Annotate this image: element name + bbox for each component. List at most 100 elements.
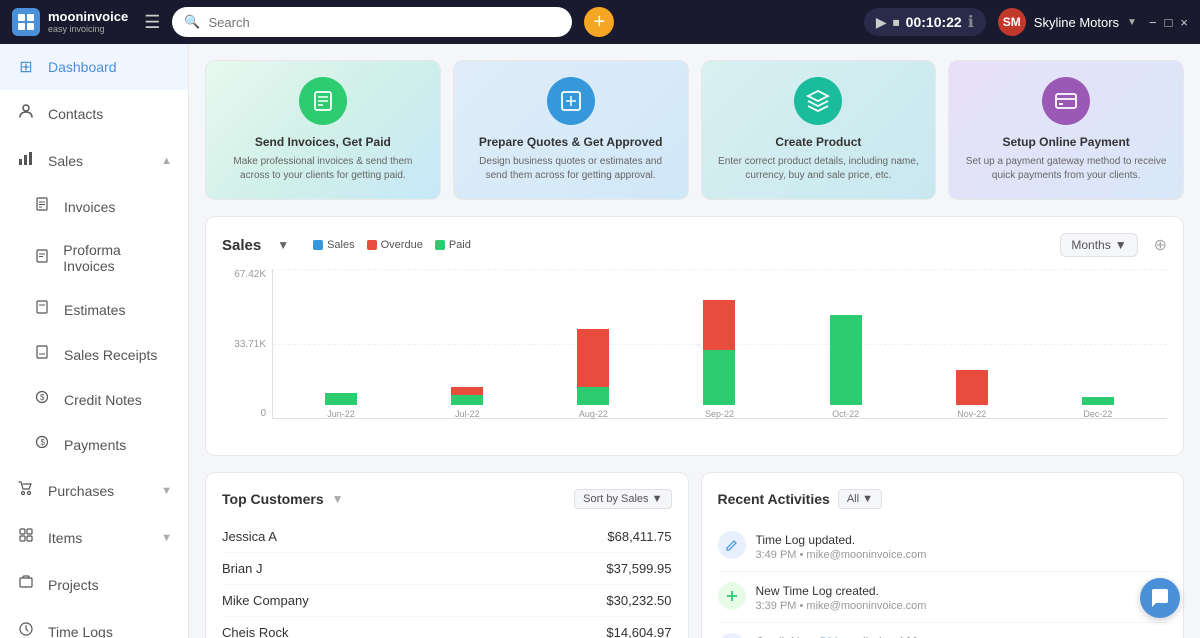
activities-filter-button[interactable]: All ▼ xyxy=(838,489,882,509)
search-input[interactable] xyxy=(209,15,561,30)
bar-group-dec: Dec-22 xyxy=(1037,269,1159,419)
sales-arrow-icon: ▲ xyxy=(161,155,172,167)
y-label-mid: 33.71K xyxy=(234,339,266,350)
sidebar-item-dashboard[interactable]: ⊞ Dashboard xyxy=(0,44,188,90)
y-label-zero: 0 xyxy=(260,408,266,419)
sidebar-item-invoices[interactable]: Invoices xyxy=(0,184,188,229)
activity-icon-1 xyxy=(718,582,746,610)
proforma-icon xyxy=(32,249,51,268)
promo-card-invoices[interactable]: Send Invoices, Get Paid Make professiona… xyxy=(205,60,441,200)
customer-amount-3: $14,604.97 xyxy=(606,625,671,638)
chart-section: Sales ▼ Sales Overdue Paid xyxy=(205,216,1184,456)
sidebar: ⊞ Dashboard Contacts Sales ▲ Invoices xyxy=(0,44,189,638)
chart-dropdown-icon[interactable]: ▼ xyxy=(277,238,289,252)
customer-amount-2: $30,232.50 xyxy=(606,593,671,608)
play-icon[interactable]: ▶ xyxy=(876,14,887,31)
credit-notes-icon: $ xyxy=(32,390,52,409)
avatar: SM xyxy=(998,8,1026,36)
recent-activities-card: Recent Activities All ▼ Time Log updated… xyxy=(701,472,1185,638)
logo: mooninvoice easy invoicing xyxy=(12,8,128,36)
purchases-icon xyxy=(16,480,36,501)
activity-meta-0: 3:49 PM • mike@mooninvoice.com xyxy=(756,549,927,561)
activities-title: Recent Activities xyxy=(718,491,830,507)
sidebar-item-sales-receipts[interactable]: Sales Receipts xyxy=(0,332,188,377)
bar-label-aug: Aug-22 xyxy=(579,409,608,419)
bar-group-aug: Aug-22 xyxy=(532,269,654,419)
promo-desc-payment: Set up a payment gateway method to recei… xyxy=(965,155,1167,183)
promo-grid: Send Invoices, Get Paid Make professiona… xyxy=(205,60,1184,200)
sidebar-item-sales[interactable]: Sales ▲ xyxy=(0,137,188,184)
user-area[interactable]: SM Skyline Motors ▼ xyxy=(998,8,1137,36)
promo-card-payment[interactable]: Setup Online Payment Set up a payment ga… xyxy=(948,60,1184,200)
chart-title: Sales xyxy=(222,237,261,254)
activities-filter-label: All xyxy=(847,493,859,505)
sidebar-item-proforma[interactable]: Proforma Invoices xyxy=(0,229,188,287)
payments-icon: $ xyxy=(32,435,52,454)
search-bar: 🔍 xyxy=(172,7,572,37)
activities-header: Recent Activities All ▼ xyxy=(718,489,1168,509)
bar-label-nov: Nov-22 xyxy=(957,409,986,419)
legend-sales: Sales xyxy=(313,239,355,251)
activity-item-2: Credit Note 531 applied to 160. 2:57 PM … xyxy=(718,623,1168,638)
sidebar-item-payments[interactable]: $ Payments xyxy=(0,422,188,467)
logo-icon xyxy=(12,8,40,36)
promo-icon-payment xyxy=(1042,77,1090,125)
invoices-icon xyxy=(32,197,52,216)
info-icon[interactable]: ℹ xyxy=(968,12,974,32)
stop-icon[interactable]: ⏹ xyxy=(893,14,900,31)
bar-group-oct: Oct-22 xyxy=(785,269,907,419)
dashboard-icon: ⊞ xyxy=(16,57,36,77)
sidebar-item-time-logs[interactable]: Time Logs xyxy=(0,608,188,638)
sidebar-label-sales: Sales xyxy=(48,153,83,169)
add-button[interactable]: + xyxy=(584,7,614,37)
sidebar-item-credit-notes[interactable]: $ Credit Notes xyxy=(0,377,188,422)
sidebar-label-invoices: Invoices xyxy=(64,199,115,215)
legend-overdue-label: Overdue xyxy=(381,239,423,251)
chart-legend: Sales Overdue Paid xyxy=(313,239,471,251)
bar-paid-sep xyxy=(703,350,735,405)
sort-by-sales-button[interactable]: Sort by Sales ▼ xyxy=(574,489,671,509)
bar-group-sep: Sep-22 xyxy=(658,269,780,419)
sidebar-item-estimates[interactable]: Estimates xyxy=(0,287,188,332)
minimize-icon[interactable]: − xyxy=(1149,15,1157,30)
chart-settings-icon[interactable]: ⊕ xyxy=(1154,235,1167,255)
legend-sales-dot xyxy=(313,240,323,250)
app-header: mooninvoice easy invoicing ☰ 🔍 + ▶ ⏹ 00:… xyxy=(0,0,1200,44)
sidebar-item-purchases[interactable]: Purchases ▼ xyxy=(0,467,188,514)
menu-icon[interactable]: ☰ xyxy=(144,12,160,33)
bar-label-dec: Dec-22 xyxy=(1083,409,1112,419)
timer-section: ▶ ⏹ 00:10:22 ℹ xyxy=(864,8,986,36)
close-icon[interactable]: × xyxy=(1180,15,1188,30)
bar-group-jun: Jun-22 xyxy=(280,269,402,419)
activity-text-1: New Time Log created. xyxy=(756,582,927,600)
legend-overdue-dot xyxy=(367,240,377,250)
sidebar-label-credit-notes: Credit Notes xyxy=(64,392,142,408)
customers-dropdown-icon[interactable]: ▼ xyxy=(332,492,344,506)
bar-paid-jul xyxy=(451,395,483,405)
customer-name-3: Cheis Rock xyxy=(222,625,288,638)
sidebar-label-contacts: Contacts xyxy=(48,106,103,122)
bar-overdue-aug xyxy=(577,329,609,387)
sidebar-item-projects[interactable]: Projects xyxy=(0,561,188,608)
app-name: mooninvoice xyxy=(48,10,128,24)
bar-overdue-nov xyxy=(956,370,988,405)
sidebar-item-items[interactable]: Items ▼ xyxy=(0,514,188,561)
chevron-down-icon: ▼ xyxy=(1127,17,1137,28)
activity-meta-1: 3:39 PM • mike@mooninvoice.com xyxy=(756,600,927,612)
months-filter-button[interactable]: Months ▼ xyxy=(1060,233,1137,257)
promo-card-quotes[interactable]: Prepare Quotes & Get Approved Design bus… xyxy=(453,60,689,200)
chart-area: 67.42K 33.71K 0 xyxy=(222,269,1167,439)
sidebar-label-dashboard: Dashboard xyxy=(48,59,117,75)
promo-card-product[interactable]: Create Product Enter correct product det… xyxy=(701,60,937,200)
bar-label-jul: Jul-22 xyxy=(455,409,480,419)
sidebar-item-contacts[interactable]: Contacts xyxy=(0,90,188,137)
chat-button[interactable] xyxy=(1140,578,1180,618)
list-item: Cheis Rock $14,604.97 xyxy=(222,617,672,638)
bar-paid-aug xyxy=(577,387,609,405)
projects-icon xyxy=(16,574,36,595)
maximize-icon[interactable]: □ xyxy=(1165,15,1173,30)
promo-desc-product: Enter correct product details, including… xyxy=(718,155,920,183)
chart-header: Sales ▼ Sales Overdue Paid xyxy=(222,233,1167,257)
bar-label-oct: Oct-22 xyxy=(832,409,859,419)
bar-group-jul: Jul-22 xyxy=(406,269,528,419)
